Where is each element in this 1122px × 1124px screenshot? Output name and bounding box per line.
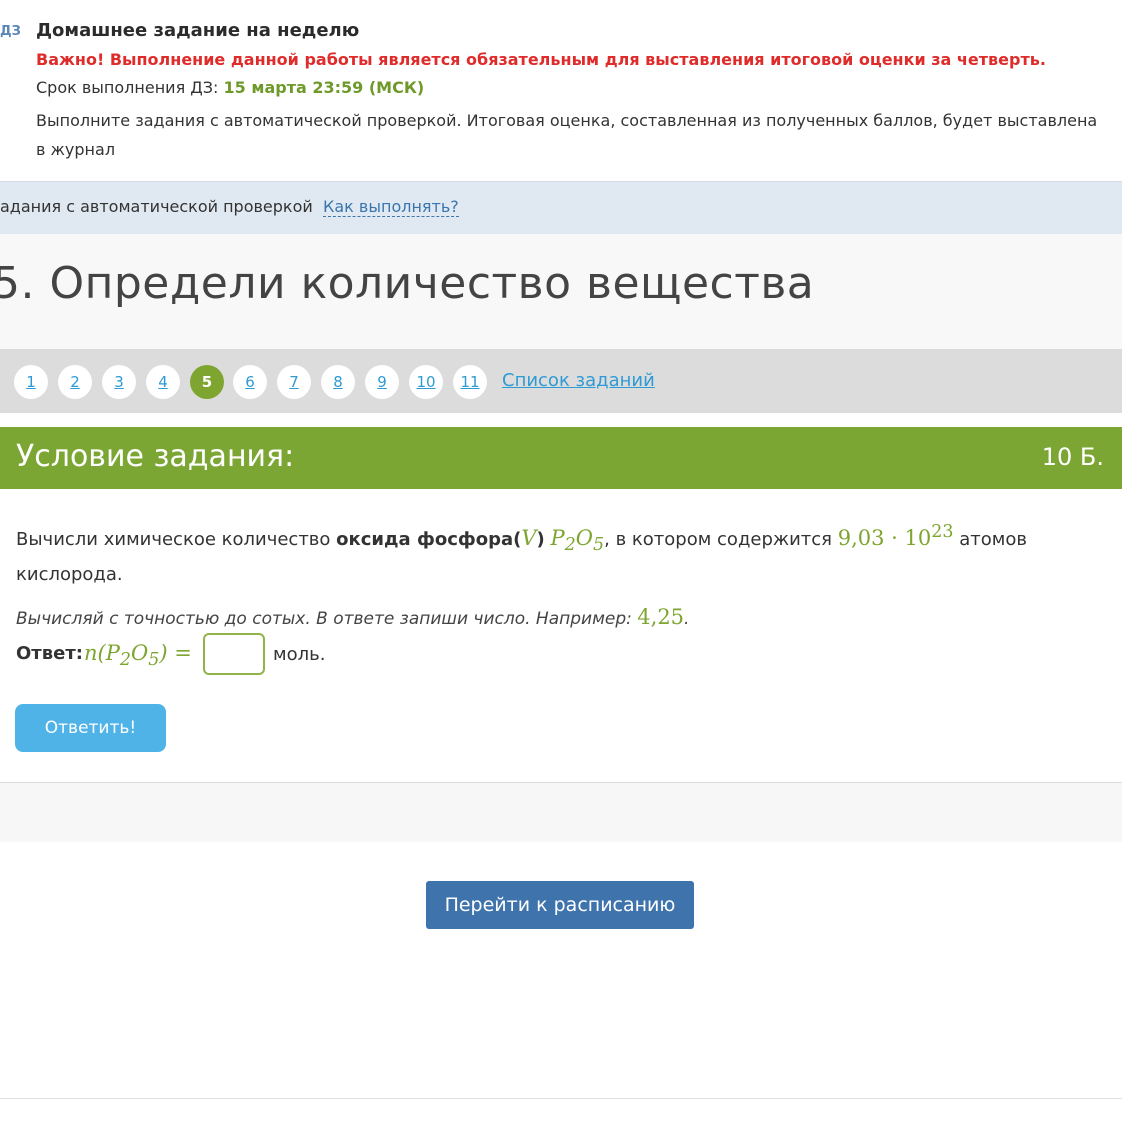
atom-count: 9,03 · 1023 bbox=[837, 522, 954, 550]
answer-input[interactable] bbox=[203, 633, 265, 675]
task-nav-item-2[interactable]: 2 bbox=[58, 365, 92, 399]
formula-o: O bbox=[575, 526, 593, 550]
hint-end: . bbox=[684, 609, 690, 629]
formula-p: P bbox=[550, 526, 565, 550]
substance-name-close: ) bbox=[536, 529, 545, 550]
task-header: 5. Определи количество вещества bbox=[0, 234, 1122, 349]
hint-example: 4,25 bbox=[637, 605, 685, 629]
info-bar: адания с автоматической проверкой Как вы… bbox=[0, 181, 1122, 234]
condition-header: Условие задания: 10 Б. bbox=[0, 427, 1122, 489]
task-nav-item-9[interactable]: 9 bbox=[365, 365, 399, 399]
task-nav-item-11[interactable]: 11 bbox=[453, 365, 487, 399]
condition-title: Условие задания: bbox=[16, 439, 295, 474]
task-nav-item-1[interactable]: 1 bbox=[14, 365, 48, 399]
task-footer-strip bbox=[0, 782, 1122, 842]
homework-block: ДЗ Домашнее задание на неделю Важно! Вып… bbox=[0, 0, 1122, 180]
question-text-part: Вычисли химическое количество bbox=[16, 529, 337, 550]
hint-text: Вычисляй с точностью до сотых. В ответе … bbox=[16, 609, 638, 629]
formula: P2O5 bbox=[550, 526, 605, 555]
question-text: Вычисли химическое количество оксида фос… bbox=[16, 517, 1106, 590]
how-to-link[interactable]: Как выполнять? bbox=[323, 197, 459, 217]
atom-count-exponent: 23 bbox=[931, 522, 954, 542]
answer-hint: Вычисляй с точностью до сотых. В ответе … bbox=[16, 605, 689, 629]
homework-deadline: Срок выполнения ДЗ: 15 марта 23:59 (МСК) bbox=[36, 78, 424, 97]
valence-roman: V bbox=[521, 526, 537, 550]
task-nav-item-4[interactable]: 4 bbox=[146, 365, 180, 399]
submit-answer-button[interactable]: Ответить! bbox=[15, 704, 166, 752]
formula-o-sub: 5 bbox=[593, 535, 605, 556]
answer-math-end: ) = bbox=[159, 641, 192, 665]
answer-math-mid: O bbox=[131, 641, 149, 665]
formula-p-sub: 2 bbox=[564, 535, 576, 556]
task-nav-item-10[interactable]: 10 bbox=[409, 365, 443, 399]
answer-math-start: n(P bbox=[84, 641, 120, 665]
task-list-link[interactable]: Список заданий bbox=[502, 370, 655, 391]
go-to-schedule-button[interactable]: Перейти к расписанию bbox=[426, 881, 694, 929]
task-body: Вычисли химическое количество оксида фос… bbox=[0, 489, 1122, 842]
deadline-value: 15 марта 23:59 (МСК) bbox=[223, 78, 425, 97]
atom-count-base: 9,03 · 10 bbox=[837, 526, 932, 550]
homework-tag: ДЗ bbox=[0, 24, 21, 39]
bottom-divider bbox=[0, 1098, 1122, 1099]
task-nav-item-5[interactable]: 5 bbox=[190, 365, 224, 399]
task-navigation: 1 2 3 4 5 6 7 8 9 10 11 Список заданий bbox=[0, 349, 1122, 413]
info-bar-text: адания с автоматической проверкой bbox=[0, 197, 313, 216]
answer-label: Ответ: bbox=[16, 643, 83, 664]
answer-math-sub: 5 bbox=[148, 650, 160, 671]
question-text-part: , в котором содержится bbox=[604, 529, 838, 550]
homework-important-note: Важно! Выполнение данной работы является… bbox=[36, 50, 1046, 69]
task-nav-item-3[interactable]: 3 bbox=[102, 365, 136, 399]
answer-math: n(P2O5) = bbox=[84, 641, 192, 670]
task-nav-item-6[interactable]: 6 bbox=[233, 365, 267, 399]
homework-description: Выполните задания с автоматической прове… bbox=[36, 111, 1098, 159]
answer-math-sub: 2 bbox=[119, 650, 131, 671]
condition-points: 10 Б. bbox=[1041, 443, 1104, 471]
task-nav-item-7[interactable]: 7 bbox=[277, 365, 311, 399]
homework-title: Домашнее задание на неделю bbox=[36, 20, 360, 41]
substance-name: оксида фосфора( bbox=[336, 529, 522, 550]
deadline-label: Срок выполнения ДЗ: bbox=[36, 78, 219, 97]
task-title: 5. Определи количество вещества bbox=[0, 258, 815, 309]
answer-unit: моль. bbox=[273, 644, 326, 665]
task-nav-item-8[interactable]: 8 bbox=[321, 365, 355, 399]
